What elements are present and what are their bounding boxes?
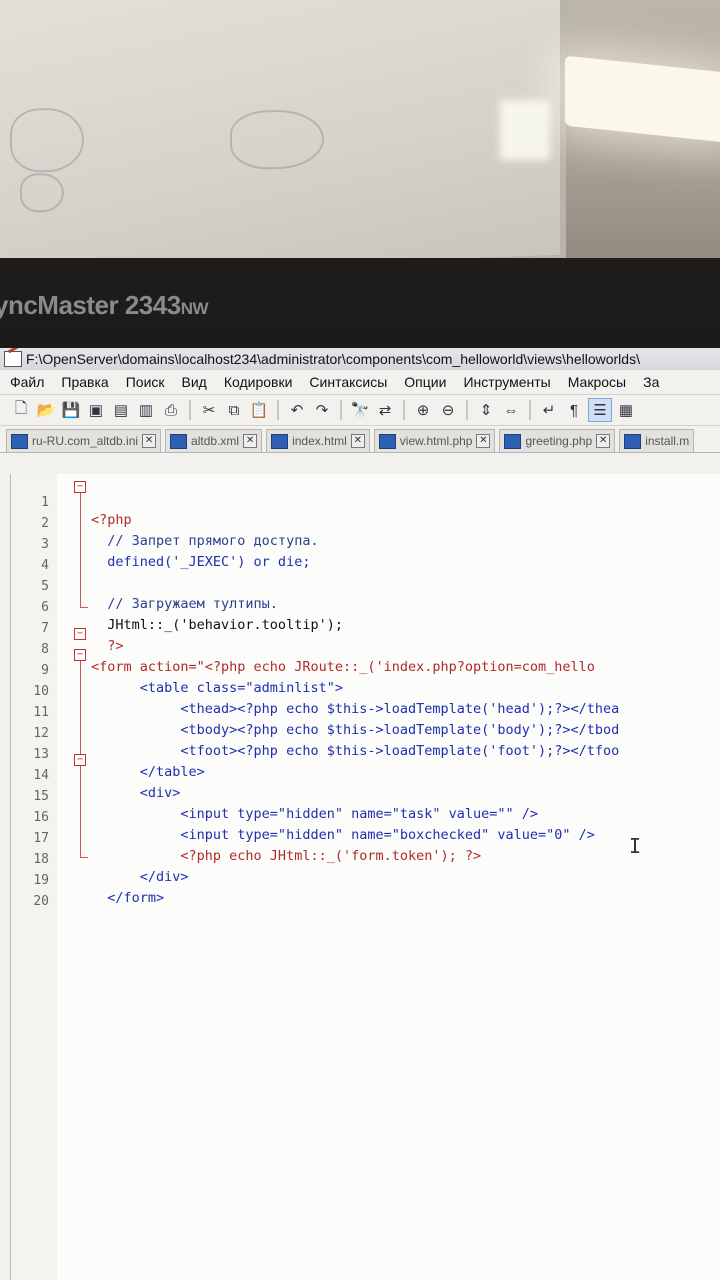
toolbar-separator: [529, 400, 531, 420]
wrap-icon[interactable]: ↵: [538, 399, 560, 421]
close-icon[interactable]: ✕: [350, 434, 365, 448]
whiteboard: [0, 0, 566, 280]
tab-label: altdb.xml: [191, 434, 240, 448]
monitor-brand: yncMaster 2343NW: [0, 290, 209, 320]
tab-ru-ru-ini[interactable]: ru-RU.com_altdb.ini ✕: [6, 429, 162, 452]
code-line: 10 <thead><?php echo $this->loadTemplate…: [33, 684, 620, 717]
tab-label: install.m: [645, 434, 690, 448]
code-line: 11 <tbody><?php echo $this->loadTemplate…: [33, 705, 620, 738]
menu-macros[interactable]: Макросы: [568, 374, 626, 390]
close-all-icon[interactable]: ▥: [135, 399, 157, 421]
code-line: 3 defined('_JEXEC') or die;: [41, 537, 311, 570]
tab-label: index.html: [292, 434, 347, 448]
undo-icon[interactable]: ↶: [286, 399, 308, 421]
tab-view-html-php[interactable]: view.html.php ✕: [373, 429, 496, 452]
title-bar: F:\OpenServer\domains\localhost234\admin…: [0, 348, 720, 370]
close-icon[interactable]: ✕: [142, 434, 157, 448]
new-file-icon[interactable]: 🗋: [10, 399, 32, 421]
find-icon[interactable]: 🔭: [349, 399, 371, 421]
file-icon: [378, 433, 396, 449]
tab-label: view.html.php: [399, 434, 473, 448]
file-icon: [624, 433, 642, 449]
menu-tools[interactable]: Инструменты: [463, 374, 550, 390]
background-room: [0, 0, 720, 280]
toolbar-separator: [277, 400, 279, 420]
close-icon[interactable]: ✕: [243, 434, 258, 448]
user-lang-icon[interactable]: ▦: [615, 399, 637, 421]
tab-install[interactable]: install.m: [619, 429, 695, 452]
menu-syntax[interactable]: Синтаксисы: [309, 374, 387, 390]
file-icon: [11, 433, 28, 449]
text-cursor-icon: I: [629, 834, 642, 858]
code-line: 1 <?php: [41, 495, 132, 528]
editor-window: F:\OpenServer\domains\localhost234\admin…: [0, 348, 720, 1280]
code-line: 2 // Запрет прямого доступа.: [41, 516, 319, 549]
indent-guide-icon[interactable]: ☰: [588, 398, 612, 422]
code-line: 7 ?>: [41, 621, 124, 654]
paste-icon[interactable]: 📋: [248, 399, 270, 421]
code-line: 14 <div>: [33, 768, 181, 801]
save-all-icon[interactable]: ▣: [85, 399, 107, 421]
print-icon[interactable]: ⎙: [160, 399, 182, 421]
close-icon[interactable]: ▤: [110, 399, 132, 421]
save-icon[interactable]: 💾: [60, 399, 82, 421]
cut-icon[interactable]: ✂: [198, 399, 220, 421]
code-line: 18 </div>: [33, 852, 189, 885]
wall-reflection: [500, 100, 550, 160]
menu-more[interactable]: За: [643, 374, 659, 390]
menu-edit[interactable]: Правка: [61, 374, 108, 390]
zoom-out-icon[interactable]: ⊖: [437, 399, 459, 421]
code-line: 15 <input type="hidden" name="task" valu…: [33, 789, 539, 822]
zoom-in-icon[interactable]: ⊕: [412, 399, 434, 421]
code-line: 17 <?php echo JHtml::_('form.token'); ?>: [33, 831, 482, 864]
redo-icon[interactable]: ↷: [311, 399, 333, 421]
replace-icon[interactable]: ⇄: [374, 399, 396, 421]
tab-altdb-xml[interactable]: altdb.xml ✕: [165, 429, 263, 452]
code-line: 5 // Загружаем тултипы.: [41, 579, 278, 612]
show-all-chars-icon[interactable]: ¶: [563, 399, 585, 421]
toolbar-separator: [403, 400, 405, 420]
open-icon[interactable]: 📂: [35, 399, 57, 421]
menu-search[interactable]: Поиск: [126, 374, 165, 390]
menu-file[interactable]: Файл: [10, 374, 44, 390]
code-line: 6 JHtml::_('behavior.tooltip');: [41, 600, 343, 633]
code-line: 16 <input type="hidden" name="boxchecked…: [33, 810, 595, 843]
copy-icon[interactable]: ⧉: [223, 399, 245, 421]
toolbar-separator: [340, 400, 342, 420]
menu-view[interactable]: Вид: [182, 374, 207, 390]
menu-bar: Файл Правка Поиск Вид Кодировки Синтакси…: [0, 370, 720, 394]
file-tabs: ru-RU.com_altdb.ini ✕ altdb.xml ✕ index.…: [0, 426, 720, 453]
toolbar-separator: [189, 400, 191, 420]
tab-index-html[interactable]: index.html ✕: [266, 429, 370, 452]
toolbar: 🗋 📂 💾 ▣ ▤ ▥ ⎙ ✂ ⧉ 📋 ↶ ↷ 🔭 ⇄ ⊕ ⊖ ⇕ ⇔ ↵ ¶ …: [0, 394, 720, 426]
code-line: 19 </form>: [33, 873, 165, 906]
sync-h-icon[interactable]: ⇔: [500, 399, 522, 421]
file-icon: [170, 433, 188, 449]
ceiling-light: [565, 55, 720, 143]
code-editor[interactable]: − − − − 1 <?php 2 // Запрет прямого дост…: [10, 474, 720, 1280]
menu-options[interactable]: Опции: [404, 374, 446, 390]
code-line: 20: [33, 894, 49, 909]
tab-label: ru-RU.com_altdb.ini: [32, 434, 139, 448]
code-line: 8 <form action="<?php echo JRoute::_('in…: [41, 642, 595, 675]
code-line: 9 <table class="adminlist">: [41, 663, 343, 696]
tab-greeting-php[interactable]: greeting.php ✕: [499, 429, 616, 452]
close-icon[interactable]: ✕: [596, 434, 611, 448]
menu-encoding[interactable]: Кодировки: [224, 374, 293, 390]
sync-v-icon[interactable]: ⇕: [475, 399, 497, 421]
notepad-app-icon: [4, 351, 22, 367]
toolbar-separator: [466, 400, 468, 420]
code-line: 4: [41, 558, 49, 573]
close-icon[interactable]: ✕: [476, 434, 491, 448]
window-title: F:\OpenServer\domains\localhost234\admin…: [26, 351, 640, 367]
file-icon: [271, 433, 289, 449]
code-line: 12 <tfoot><?php echo $this->loadTemplate…: [33, 726, 620, 759]
tab-label: greeting.php: [525, 434, 593, 448]
code-line: 13 </table>: [33, 747, 205, 780]
file-icon: [504, 433, 522, 449]
